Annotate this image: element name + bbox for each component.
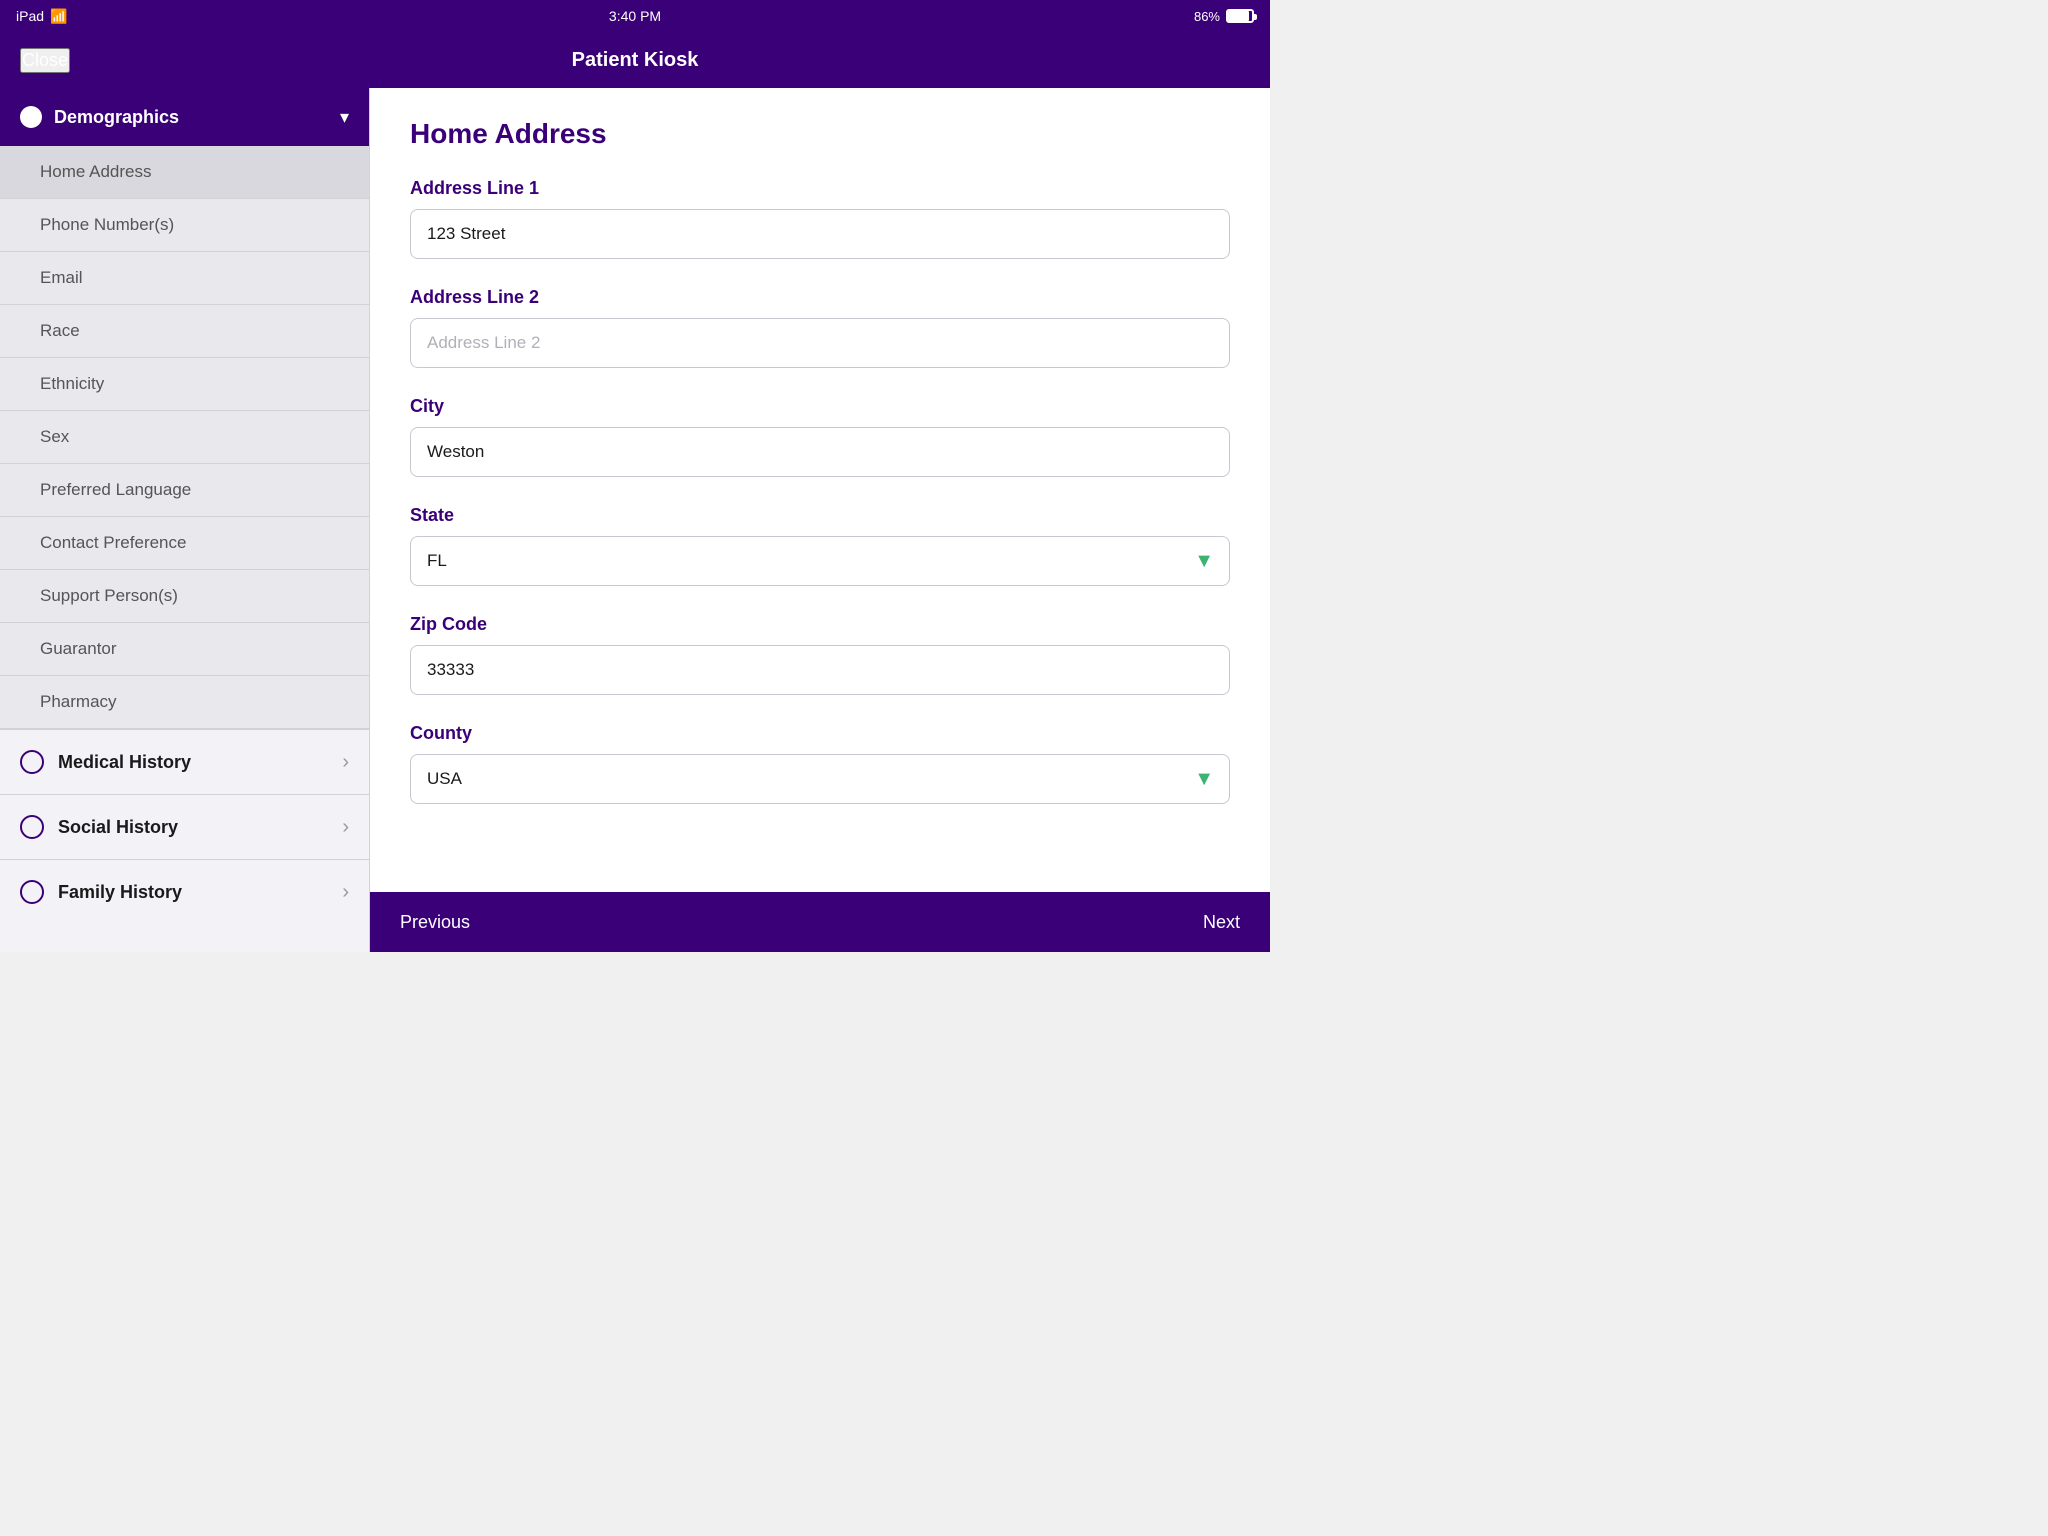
county-select-wrapper: ▼: [410, 754, 1230, 804]
sidebar-sub-item-race[interactable]: Race: [0, 305, 369, 358]
demographics-label: Demographics: [54, 107, 328, 128]
sidebar-sub-item-support-person[interactable]: Support Person(s): [0, 570, 369, 623]
sidebar-sub-item-email[interactable]: Email: [0, 252, 369, 305]
close-button[interactable]: Close: [20, 48, 70, 73]
form-group-address-line-1: Address Line 1: [410, 178, 1230, 259]
sidebar-sub-item-guarantor[interactable]: Guarantor: [0, 623, 369, 676]
input-address-line-1[interactable]: [410, 209, 1230, 259]
demographics-chevron-icon: ▾: [340, 107, 349, 128]
previous-button[interactable]: Previous: [400, 912, 470, 933]
form-group-address-line-2: Address Line 2: [410, 287, 1230, 368]
sidebar-sub-item-sex[interactable]: Sex: [0, 411, 369, 464]
label-state: State: [410, 505, 1230, 526]
family-history-chevron-icon: ›: [342, 881, 349, 904]
sidebar: Demographics ▾ Home Address Phone Number…: [0, 88, 370, 952]
input-address-line-2[interactable]: [410, 318, 1230, 368]
form-group-city: City: [410, 396, 1230, 477]
state-select-wrapper: ▼: [410, 536, 1230, 586]
label-address-line-1: Address Line 1: [410, 178, 1230, 199]
sidebar-section-social-history[interactable]: Social History ›: [0, 794, 369, 859]
sidebar-sub-item-pharmacy[interactable]: Pharmacy: [0, 676, 369, 729]
social-history-circle-icon: [20, 815, 44, 839]
form-title: Home Address: [410, 118, 1230, 150]
social-history-chevron-icon: ›: [342, 816, 349, 839]
medical-history-label: Medical History: [58, 752, 328, 773]
input-zip-code[interactable]: [410, 645, 1230, 695]
sidebar-sub-item-ethnicity[interactable]: Ethnicity: [0, 358, 369, 411]
next-button[interactable]: Next: [1203, 912, 1240, 933]
social-history-label: Social History: [58, 817, 328, 838]
device-label: iPad: [16, 8, 44, 24]
input-city[interactable]: [410, 427, 1230, 477]
label-city: City: [410, 396, 1230, 417]
status-bar-right: 86%: [1194, 9, 1254, 24]
form-group-zip-code: Zip Code: [410, 614, 1230, 695]
status-bar-left: iPad 📶: [16, 8, 67, 25]
bottom-bar: Previous Next: [370, 892, 1270, 952]
battery-icon: [1226, 9, 1254, 23]
sidebar-section-demographics[interactable]: Demographics ▾: [0, 88, 369, 146]
status-bar-time: 3:40 PM: [609, 8, 661, 24]
form-group-county: County ▼: [410, 723, 1230, 804]
label-address-line-2: Address Line 2: [410, 287, 1230, 308]
wifi-icon: 📶: [50, 8, 67, 25]
medical-history-circle-icon: [20, 750, 44, 774]
input-county[interactable]: [410, 754, 1230, 804]
sidebar-section-medical-history[interactable]: Medical History ›: [0, 729, 369, 794]
sidebar-section-family-history[interactable]: Family History ›: [0, 859, 369, 924]
demographics-circle-icon: [20, 106, 42, 128]
sidebar-sub-item-home-address[interactable]: Home Address: [0, 146, 369, 199]
label-county: County: [410, 723, 1230, 744]
family-history-circle-icon: [20, 880, 44, 904]
sidebar-sub-item-preferred-language[interactable]: Preferred Language: [0, 464, 369, 517]
family-history-label: Family History: [58, 882, 328, 903]
nav-bar: Close Patient Kiosk: [0, 32, 1270, 88]
nav-title: Patient Kiosk: [572, 49, 699, 72]
input-state[interactable]: [410, 536, 1230, 586]
medical-history-chevron-icon: ›: [342, 751, 349, 774]
sidebar-sub-item-phone-numbers[interactable]: Phone Number(s): [0, 199, 369, 252]
content-area: Home Address Address Line 1 Address Line…: [370, 88, 1270, 952]
label-zip-code: Zip Code: [410, 614, 1230, 635]
form-group-state: State ▼: [410, 505, 1230, 586]
battery-percent: 86%: [1194, 9, 1220, 24]
main-layout: Demographics ▾ Home Address Phone Number…: [0, 88, 1270, 952]
sidebar-sub-item-contact-preference[interactable]: Contact Preference: [0, 517, 369, 570]
content-scroll: Home Address Address Line 1 Address Line…: [370, 88, 1270, 892]
status-bar: iPad 📶 3:40 PM 86%: [0, 0, 1270, 32]
